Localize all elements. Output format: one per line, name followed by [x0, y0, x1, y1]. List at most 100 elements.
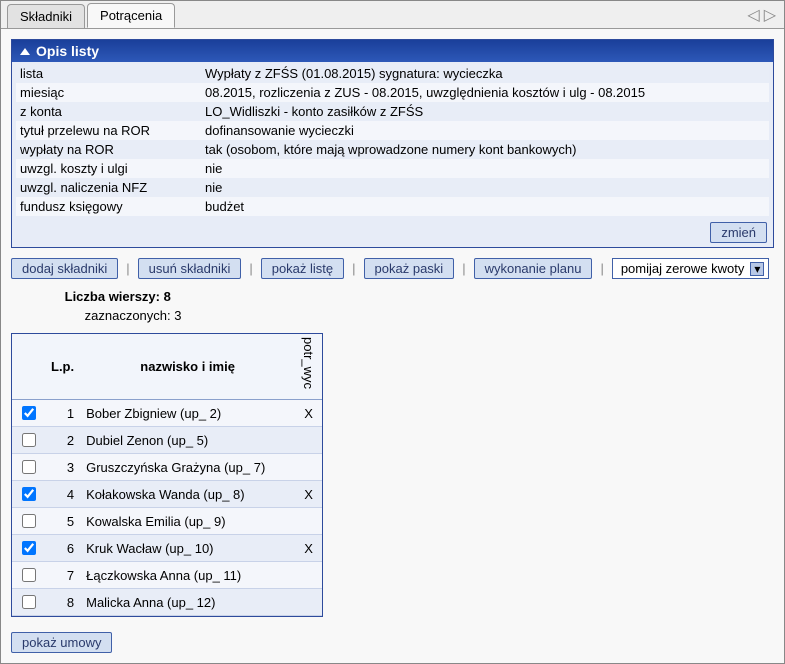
- row-checkbox[interactable]: [22, 433, 36, 447]
- kv-value: Wypłaty z ZFŚS (01.08.2015) sygnatura: w…: [205, 66, 765, 81]
- table-row[interactable]: 7Łączkowska Anna (up_ 11): [12, 562, 322, 589]
- table-row[interactable]: 1Bober Zbigniew (up_ 2)X: [12, 400, 322, 427]
- pokaz-paski-button[interactable]: pokaż paski: [364, 258, 455, 279]
- row-name: Łączkowska Anna (up_ 11): [80, 562, 295, 589]
- row-mark: X: [295, 535, 322, 562]
- row-checkbox[interactable]: [22, 514, 36, 528]
- wykonanie-planu-button[interactable]: wykonanie planu: [474, 258, 593, 279]
- kv-row: wypłaty na RORtak (osobom, które mają wp…: [16, 140, 769, 159]
- row-lp: 4: [45, 481, 80, 508]
- kv-row: uwzgl. koszty i ulginie: [16, 159, 769, 178]
- kv-value: 08.2015, rozliczenia z ZUS - 08.2015, uw…: [205, 85, 765, 100]
- app-window: Składniki Potrącenia ◁ ▷ Opis listy list…: [0, 0, 785, 664]
- separator: |: [462, 261, 465, 276]
- table-row[interactable]: 6Kruk Wacław (up_ 10)X: [12, 535, 322, 562]
- table-row[interactable]: 3Gruszczyńska Grażyna (up_ 7): [12, 454, 322, 481]
- separator: |: [126, 261, 129, 276]
- pokaz-liste-button[interactable]: pokaż listę: [261, 258, 344, 279]
- tab-potracenia[interactable]: Potrącenia: [87, 3, 175, 28]
- opis-listy-panel: Opis listy listaWypłaty z ZFŚS (01.08.20…: [11, 39, 774, 248]
- row-checkbox[interactable]: [22, 541, 36, 555]
- col-lp: L.p.: [45, 334, 80, 400]
- tab-scroll-arrows: ◁ ▷: [745, 5, 778, 25]
- row-lp: 3: [45, 454, 80, 481]
- row-checkbox[interactable]: [22, 406, 36, 420]
- separator: |: [352, 261, 355, 276]
- row-lp: 8: [45, 589, 80, 616]
- row-name: Kołakowska Wanda (up_ 8): [80, 481, 295, 508]
- col-name: nazwisko i imię: [80, 334, 295, 400]
- row-checkbox-cell: [12, 562, 45, 589]
- row-checkbox-cell: [12, 481, 45, 508]
- data-table: L.p. nazwisko i imię potr_wyc 1Bober Zbi…: [12, 334, 322, 616]
- col-potr-wyc-label: potr_wyc: [301, 337, 316, 393]
- kv-row: tytuł przelewu na RORdofinansowanie wyci…: [16, 121, 769, 140]
- summary-rows-value: 8: [164, 289, 171, 304]
- row-checkbox-cell: [12, 589, 45, 616]
- table-row[interactable]: 5Kowalska Emilia (up_ 9): [12, 508, 322, 535]
- tab-scroll-left-icon[interactable]: ◁: [745, 5, 761, 25]
- dodaj-skladniki-button[interactable]: dodaj składniki: [11, 258, 118, 279]
- kv-label: lista: [20, 66, 205, 81]
- col-check: [12, 334, 45, 400]
- col-potr-wyc: potr_wyc: [295, 334, 322, 400]
- row-mark: [295, 508, 322, 535]
- tab-skladniki[interactable]: Składniki: [7, 4, 85, 28]
- row-mark: X: [295, 400, 322, 427]
- kv-row: fundusz księgowybudżet: [16, 197, 769, 216]
- row-checkbox[interactable]: [22, 460, 36, 474]
- panel-title: Opis listy: [36, 43, 99, 59]
- toolbar: dodaj składniki | usuń składniki | pokaż…: [11, 258, 774, 279]
- row-checkbox-cell: [12, 508, 45, 535]
- usun-skladniki-button[interactable]: usuń składniki: [138, 258, 242, 279]
- filter-select-value: pomijaj zerowe kwoty: [621, 261, 745, 276]
- kv-value: nie: [205, 180, 765, 195]
- row-name: Kowalska Emilia (up_ 9): [80, 508, 295, 535]
- kv-row: z kontaLO_Widliszki - konto zasiłków z Z…: [16, 102, 769, 121]
- zmien-button[interactable]: zmień: [710, 222, 767, 243]
- row-checkbox[interactable]: [22, 595, 36, 609]
- kv-label: tytuł przelewu na ROR: [20, 123, 205, 138]
- row-name: Gruszczyńska Grażyna (up_ 7): [80, 454, 295, 481]
- kv-value: dofinansowanie wycieczki: [205, 123, 765, 138]
- row-lp: 5: [45, 508, 80, 535]
- row-mark: [295, 589, 322, 616]
- kv-row: miesiąc08.2015, rozliczenia z ZUS - 08.2…: [16, 83, 769, 102]
- row-checkbox-cell: [12, 427, 45, 454]
- kv-value: nie: [205, 161, 765, 176]
- kv-value: budżet: [205, 199, 765, 214]
- row-checkbox[interactable]: [22, 568, 36, 582]
- table-row[interactable]: 2Dubiel Zenon (up_ 5): [12, 427, 322, 454]
- kv-value: tak (osobom, które mają wprowadzone nume…: [205, 142, 765, 157]
- panel-header[interactable]: Opis listy: [12, 40, 773, 62]
- summary-rowcount: Liczba wierszy: 8: [31, 287, 774, 306]
- kv-row: listaWypłaty z ZFŚS (01.08.2015) sygnatu…: [16, 64, 769, 83]
- row-mark: [295, 454, 322, 481]
- table-row[interactable]: 4Kołakowska Wanda (up_ 8)X: [12, 481, 322, 508]
- kv-label: uwzgl. naliczenia NFZ: [20, 180, 205, 195]
- content-area: Opis listy listaWypłaty z ZFŚS (01.08.20…: [1, 29, 784, 663]
- data-table-wrap: L.p. nazwisko i imię potr_wyc 1Bober Zbi…: [11, 333, 323, 617]
- kv-label: fundusz księgowy: [20, 199, 205, 214]
- row-checkbox[interactable]: [22, 487, 36, 501]
- kv-label: miesiąc: [20, 85, 205, 100]
- collapse-icon: [20, 48, 30, 55]
- kv-label: z konta: [20, 104, 205, 119]
- tab-scroll-right-icon[interactable]: ▷: [762, 5, 778, 25]
- row-lp: 7: [45, 562, 80, 589]
- row-mark: [295, 427, 322, 454]
- row-name: Malicka Anna (up_ 12): [80, 589, 295, 616]
- row-lp: 1: [45, 400, 80, 427]
- panel-body: listaWypłaty z ZFŚS (01.08.2015) sygnatu…: [12, 62, 773, 218]
- pokaz-umowy-button[interactable]: pokaż umowy: [11, 632, 112, 653]
- row-name: Dubiel Zenon (up_ 5): [80, 427, 295, 454]
- row-checkbox-cell: [12, 535, 45, 562]
- row-checkbox-cell: [12, 400, 45, 427]
- separator: |: [600, 261, 603, 276]
- filter-select[interactable]: pomijaj zerowe kwoty ▾: [612, 258, 770, 279]
- summary-rows-label: Liczba wierszy:: [65, 289, 160, 304]
- table-row[interactable]: 8Malicka Anna (up_ 12): [12, 589, 322, 616]
- panel-footer: zmień: [12, 218, 773, 247]
- kv-label: wypłaty na ROR: [20, 142, 205, 157]
- summary-block: Liczba wierszy: 8 zaznaczonych: 3: [31, 287, 774, 325]
